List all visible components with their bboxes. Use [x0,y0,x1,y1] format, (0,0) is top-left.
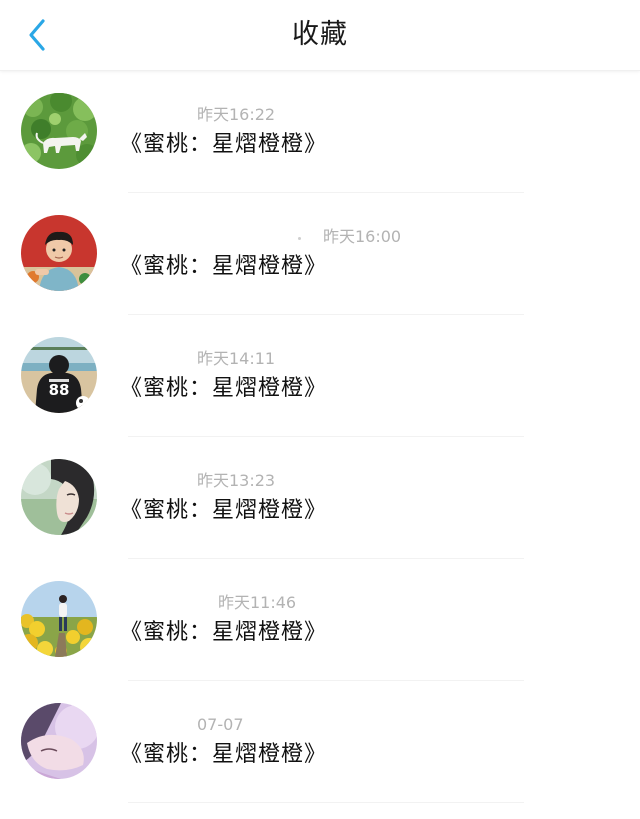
dot [298,237,301,240]
avatar[interactable] [21,93,97,169]
svg-text:88: 88 [49,381,70,399]
item-time: 昨天16:00 [323,227,402,246]
item-text: 《蜜桃：星熠橙橙》 [120,376,328,401]
item-text: 《蜜桃：星熠橙橙》 [120,620,328,645]
nav-bar: 收藏 [0,0,640,71]
page-title: 收藏 [292,19,348,50]
item-text: 《蜜桃：星熠橙橙》 [120,742,328,767]
divider [128,802,524,803]
avatar[interactable]: 88 [21,337,97,413]
avatar[interactable] [21,581,97,657]
list-item[interactable]: 昨天16:22 《蜜桃：星熠橙橙》 [0,71,640,193]
list-item[interactable]: 07-07 《蜜桃：星熠橙橙》 [0,681,640,803]
list-item[interactable]: 昨天13:23 《蜜桃：星熠橙橙》 [0,437,640,559]
item-text: 《蜜桃：星熠橙橙》 [120,254,328,279]
avatar[interactable] [21,215,97,291]
avatar[interactable] [21,459,97,535]
item-time: 07-07 [197,715,244,734]
list-item[interactable]: 昨天11:46 《蜜桃：星熠橙橙》 [0,559,640,681]
item-text: 《蜜桃：星熠橙橙》 [120,132,328,157]
item-time: 昨天13:23 [197,471,276,490]
item-time: 昨天14:11 [197,349,276,368]
list-item[interactable]: 昨天16:00 《蜜桃：星熠橙橙》 [0,193,640,315]
favorites-list: 昨天16:22 《蜜桃：星熠橙橙》 昨天16:00 《蜜桃：星熠橙橙》 88 昨… [0,71,640,803]
item-time: 昨天16:22 [197,105,276,124]
avatar[interactable] [21,703,97,779]
list-item[interactable]: 88 昨天14:11 《蜜桃：星熠橙橙》 [0,315,640,437]
item-text: 《蜜桃：星熠橙橙》 [120,498,328,523]
item-time: 昨天11:46 [218,593,297,612]
